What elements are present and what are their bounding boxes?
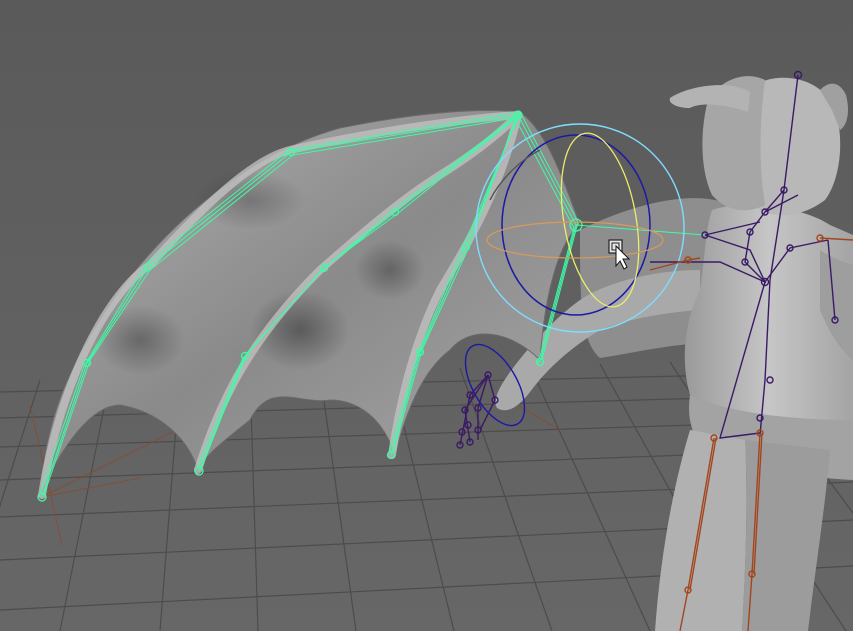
- 3d-viewport[interactable]: [0, 0, 853, 631]
- wing-shade-4: [355, 240, 425, 300]
- viewport-canvas[interactable]: [0, 0, 853, 631]
